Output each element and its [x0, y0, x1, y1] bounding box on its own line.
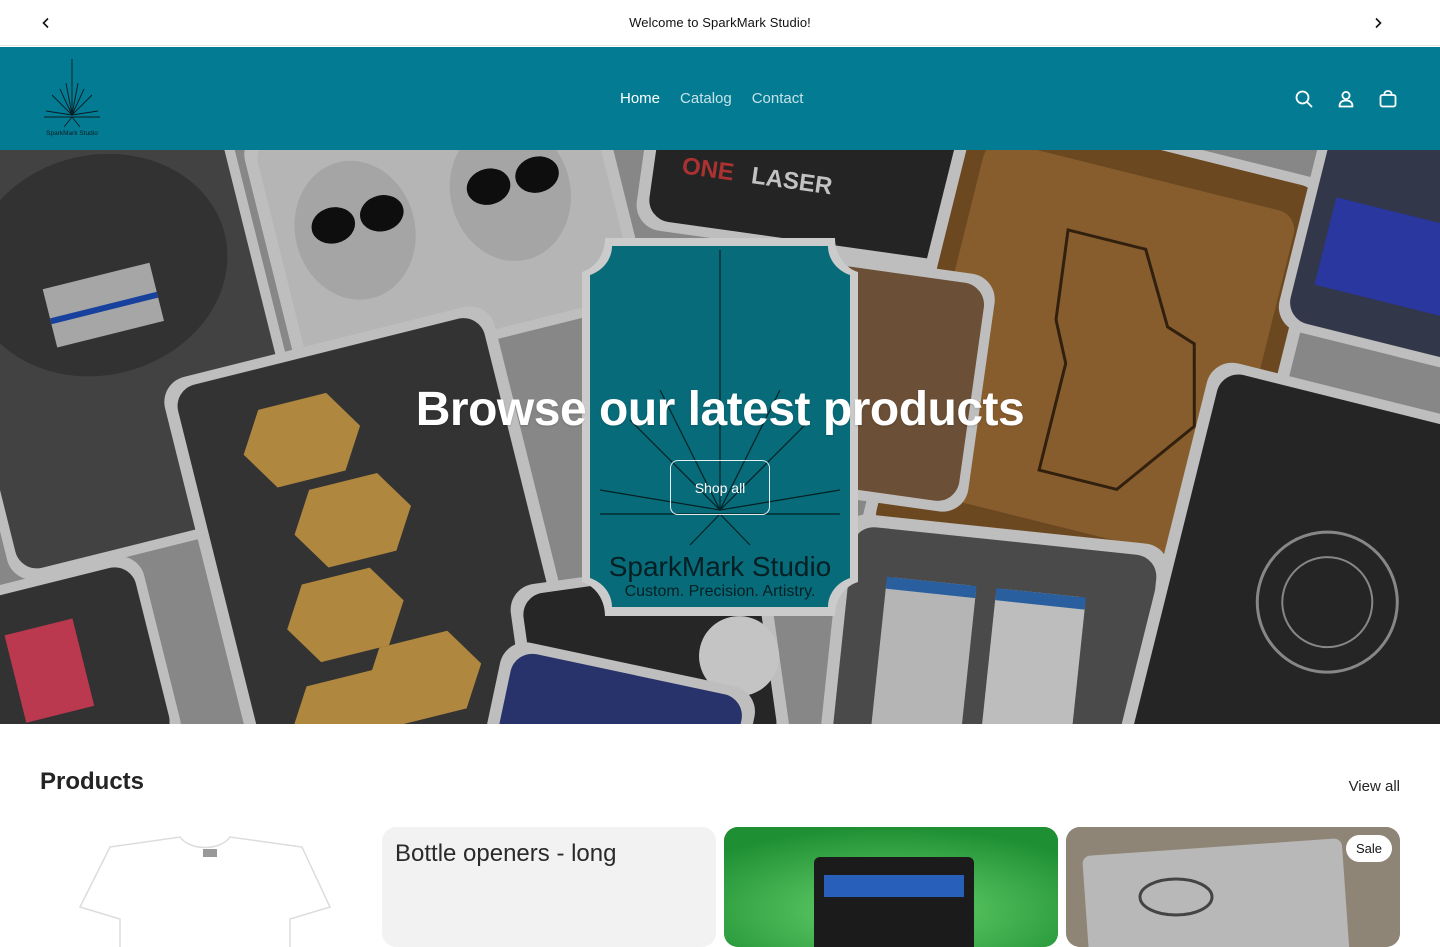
store-logo[interactable]: SparkMark Studio: [40, 55, 104, 141]
previous-announcement-button[interactable]: [34, 11, 58, 35]
tshirt-product-image: [78, 836, 332, 947]
account-button[interactable]: [1334, 87, 1358, 111]
account-icon: [1338, 90, 1354, 107]
hero-overlay: [0, 150, 1440, 724]
product-card-title: Bottle openers - long: [395, 840, 617, 867]
green-product-image: [724, 827, 1058, 947]
nav-contact[interactable]: Contact: [752, 90, 804, 107]
hero-banner: ONE LASER SparkMark Studio Custom. Preci…: [0, 150, 1440, 724]
next-announcement-button[interactable]: [1366, 11, 1390, 35]
product-card[interactable]: Bottle openers - long: [382, 827, 716, 947]
site-header: SparkMark Studio Home Catalog Contact: [0, 47, 1440, 150]
main-navigation: Home Catalog Contact: [620, 47, 803, 150]
logo-text: SparkMark Studio: [46, 130, 98, 137]
sale-badge: Sale: [1345, 835, 1392, 862]
search-icon: [1295, 90, 1313, 107]
header-icons: [1292, 47, 1400, 150]
cart-icon: [1379, 89, 1397, 107]
announcement-bar: Welcome to SparkMark Studio!: [0, 0, 1440, 46]
hero-heading: Browse our latest products: [415, 383, 1025, 436]
spark-logo-icon: SparkMark Studio: [44, 59, 100, 137]
product-card[interactable]: Sale: [1066, 827, 1400, 947]
view-all-link[interactable]: View all: [1349, 778, 1400, 795]
cart-button[interactable]: [1376, 87, 1400, 111]
chevron-right-icon: [1375, 17, 1382, 29]
announcement-text: Welcome to SparkMark Studio!: [629, 15, 811, 30]
nav-catalog[interactable]: Catalog: [680, 90, 732, 107]
product-card[interactable]: [724, 827, 1058, 947]
nav-home[interactable]: Home: [620, 90, 660, 107]
search-button[interactable]: [1292, 87, 1316, 111]
products-heading: Products: [40, 768, 145, 795]
product-card[interactable]: [40, 827, 374, 947]
chevron-left-icon: [42, 17, 49, 29]
shop-all-button[interactable]: Shop all: [670, 460, 770, 515]
